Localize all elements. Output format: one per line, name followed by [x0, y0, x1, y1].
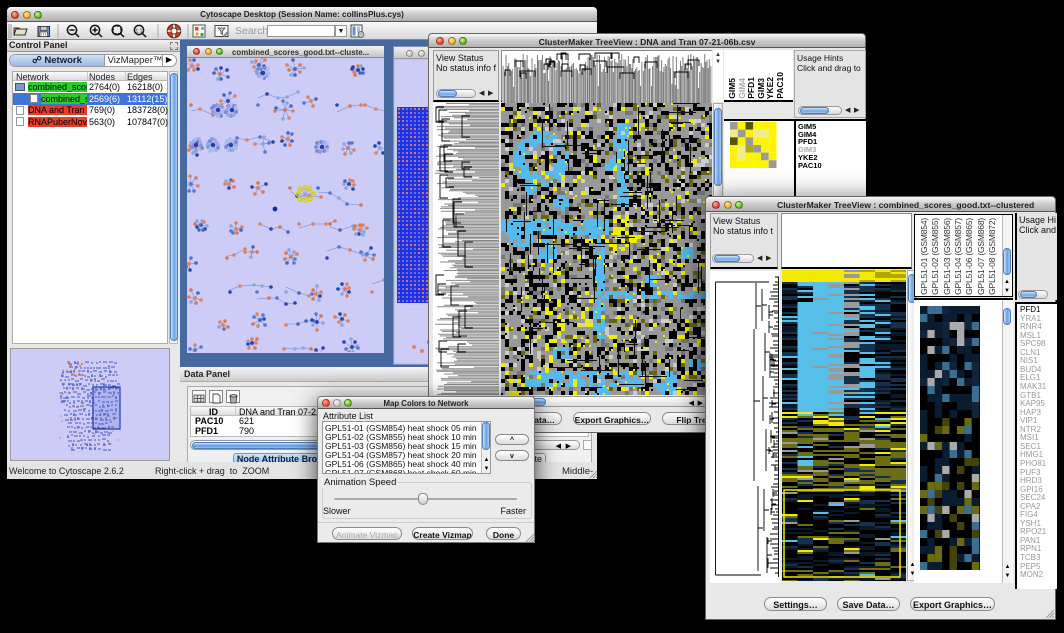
svg-text:1:1: 1:1: [136, 28, 143, 34]
svg-text:Search:: Search:: [235, 25, 271, 37]
